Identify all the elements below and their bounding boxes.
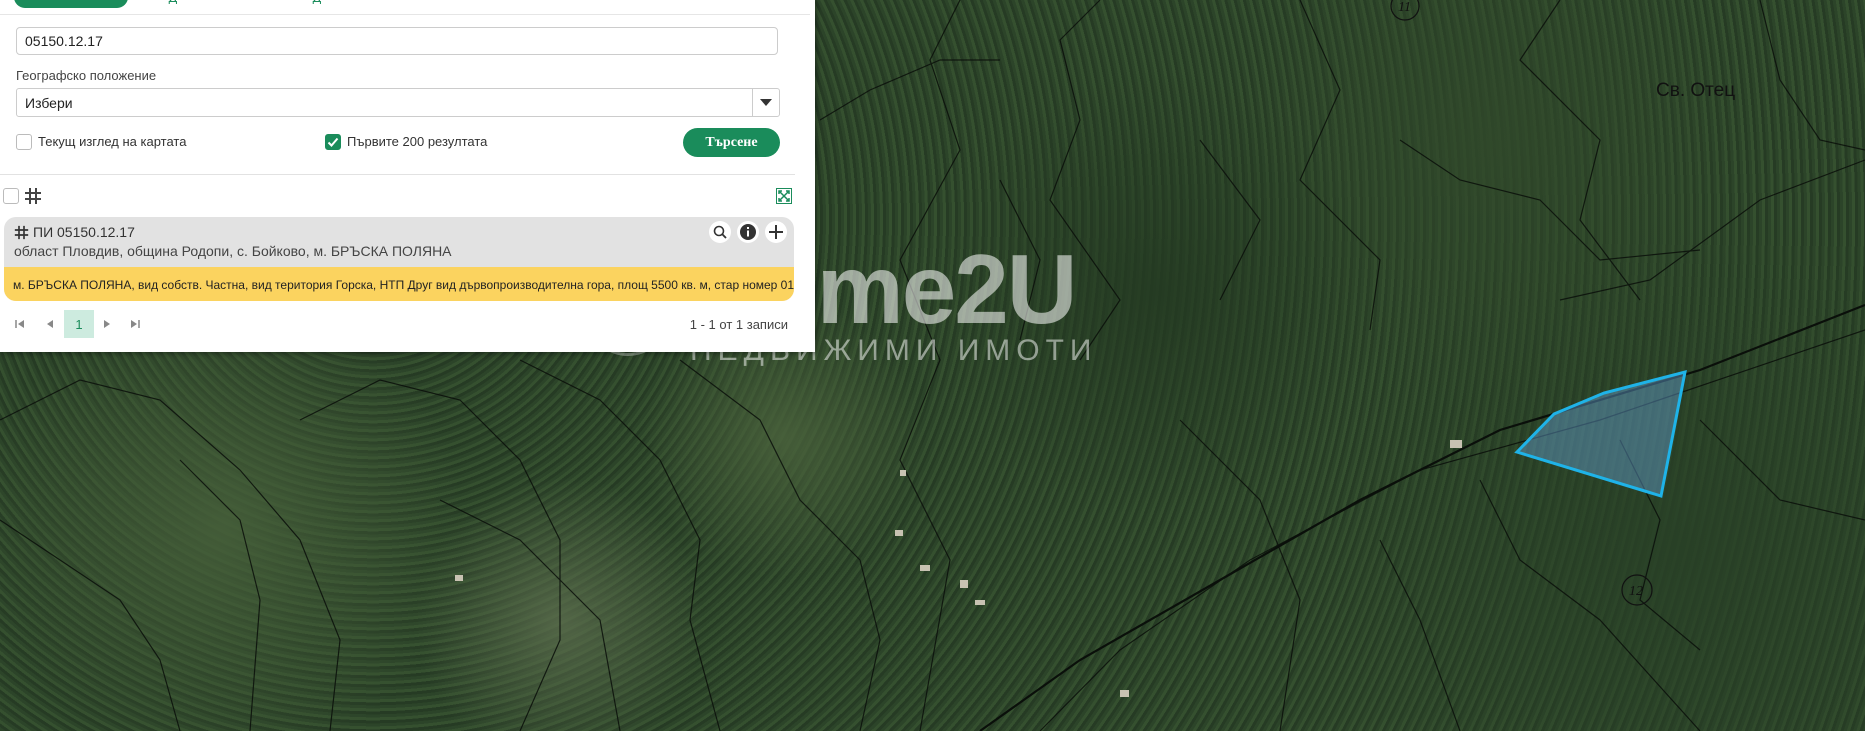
search-input[interactable] <box>16 27 778 55</box>
tab-second[interactable]: д <box>168 0 178 6</box>
search-button[interactable]: Търсене <box>683 128 780 157</box>
last-page-icon[interactable] <box>121 310 149 338</box>
result-id: ПИ 05150.12.17 <box>14 224 135 240</box>
check-icon <box>327 137 339 147</box>
parcel-number-12: 12 <box>1629 584 1643 599</box>
zoom-to-button[interactable] <box>709 221 731 243</box>
geo-position-select[interactable]: Избери <box>16 88 780 117</box>
pager-summary: 1 - 1 от 1 записи <box>689 317 788 332</box>
tab-third[interactable]: д <box>312 0 322 6</box>
page-number-current[interactable]: 1 <box>64 310 94 338</box>
grid-icon <box>25 188 41 204</box>
town-label: Св. Отец <box>1656 80 1736 101</box>
tab-active[interactable] <box>14 0 128 8</box>
pager: 1 1 - 1 от 1 записи <box>0 310 800 340</box>
chevron-down-icon <box>760 99 772 106</box>
current-view-label: Текущ изглед на картата <box>38 134 187 149</box>
geo-position-label: Географско положение <box>16 68 157 83</box>
select-arrow[interactable] <box>752 89 779 116</box>
divider <box>0 174 795 175</box>
select-all-checkbox[interactable] <box>3 188 19 204</box>
result-id-text: ПИ 05150.12.17 <box>33 224 135 240</box>
result-card[interactable]: ПИ 05150.12.17 област Пловдив, община Ро… <box>4 217 794 301</box>
plus-icon <box>769 225 783 239</box>
tab-strip: д д <box>0 0 810 15</box>
geo-position-value: Избери <box>25 95 73 111</box>
current-view-checkbox[interactable] <box>16 134 32 150</box>
grid-icon <box>14 225 29 239</box>
parcel-number-11: 11 <box>1398 0 1411 15</box>
selected-parcel-highlight[interactable] <box>1514 369 1687 498</box>
add-button[interactable] <box>765 221 787 243</box>
first-page-icon[interactable] <box>6 310 34 338</box>
info-button[interactable] <box>737 221 759 243</box>
search-panel: д д Географско положение Избери Текущ из… <box>0 0 815 352</box>
result-details: м. БРЪСКА ПОЛЯНА, вид собств. Частна, ви… <box>4 267 794 301</box>
info-icon <box>740 224 756 240</box>
result-location: област Пловдив, община Родопи, с. Бойков… <box>14 243 452 259</box>
next-page-icon[interactable] <box>93 310 121 338</box>
result-details-text: м. БРЪСКА ПОЛЯНА, вид собств. Частна, ви… <box>13 278 794 292</box>
search-icon <box>713 225 727 239</box>
first200-checkbox[interactable] <box>325 134 341 150</box>
prev-page-icon[interactable] <box>36 310 64 338</box>
expand-icon[interactable] <box>776 188 792 204</box>
first200-label: Първите 200 резултата <box>347 134 488 149</box>
